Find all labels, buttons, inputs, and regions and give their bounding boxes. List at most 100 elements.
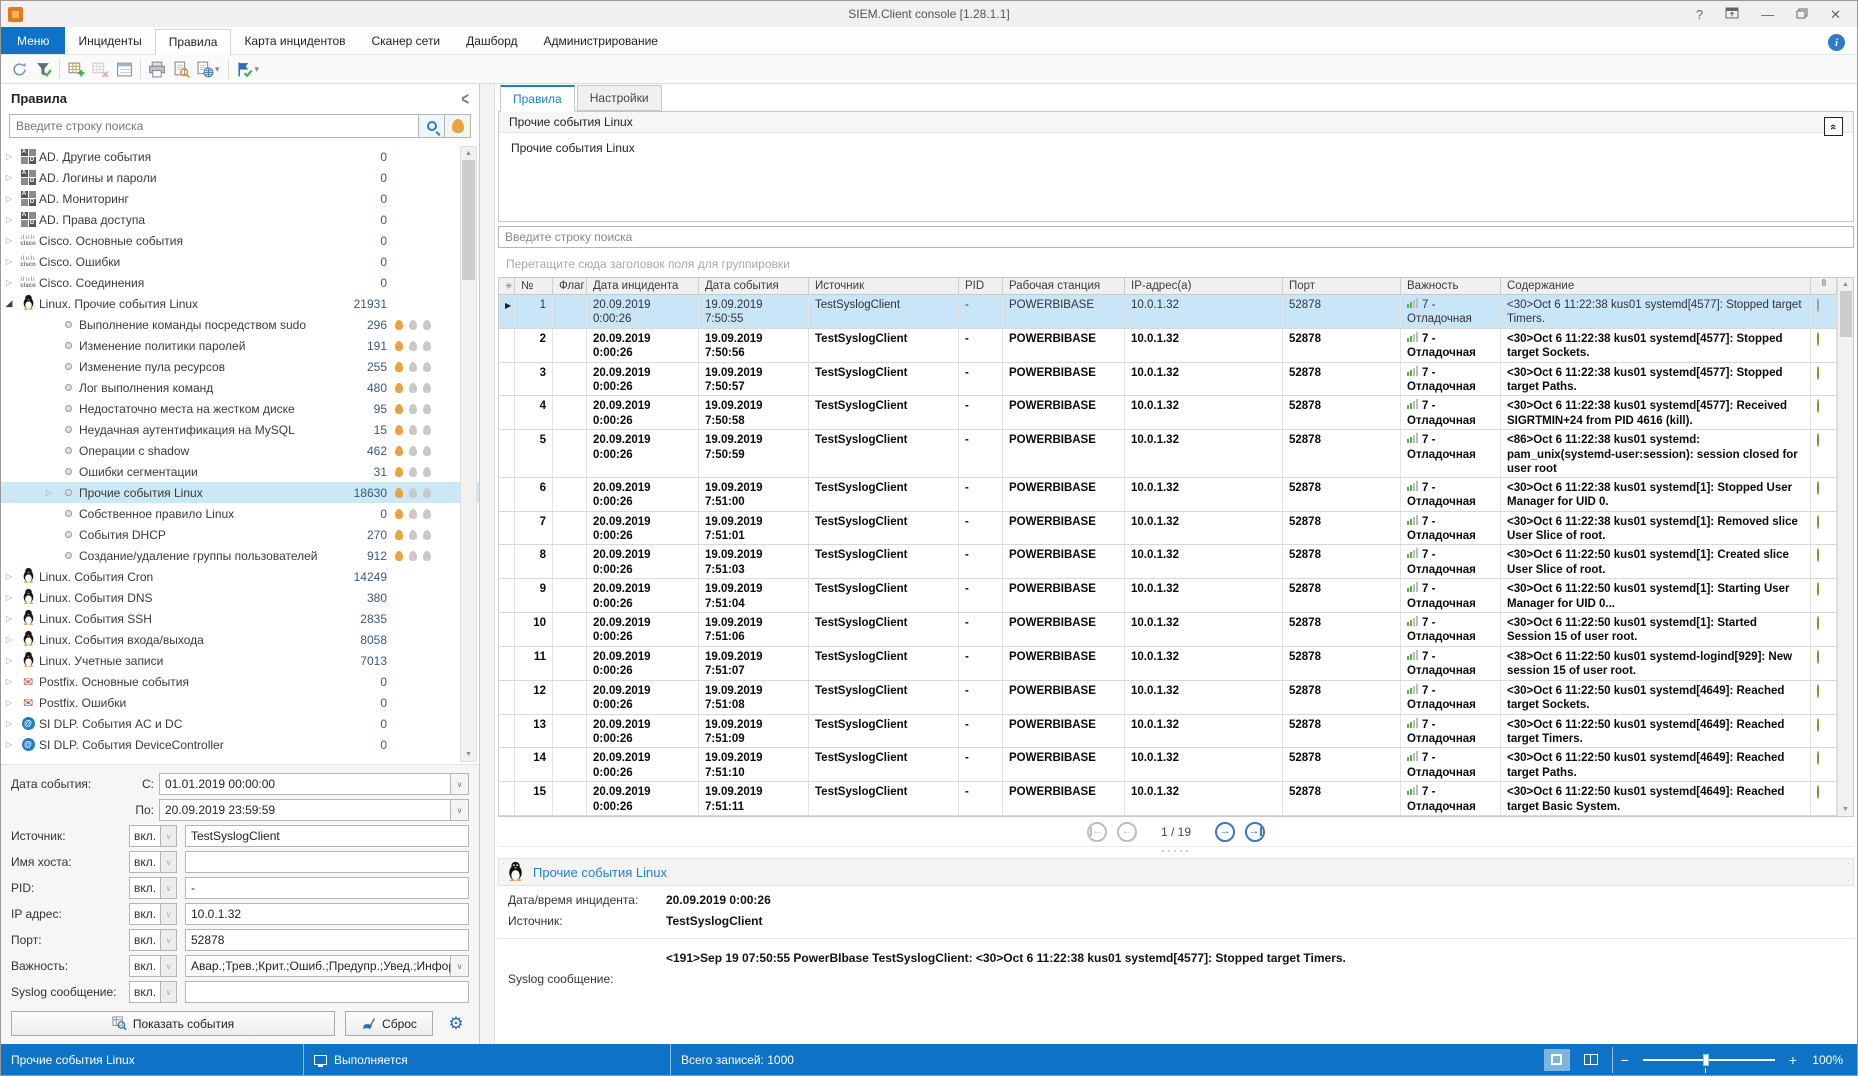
- apply-check-icon[interactable]: [233, 57, 257, 81]
- expand-icon[interactable]: ▷: [1, 656, 17, 665]
- column-header[interactable]: PID: [959, 278, 1003, 294]
- expand-icon[interactable]: ▷: [1, 215, 17, 224]
- filter-toggle-select[interactable]: вкл. ∨: [129, 903, 177, 925]
- refresh-icon[interactable]: [7, 57, 31, 81]
- expand-icon[interactable]: ▷: [1, 593, 17, 602]
- expand-icon[interactable]: ▷: [1, 572, 17, 581]
- search-button[interactable]: [419, 114, 445, 138]
- dropdown-caret-icon[interactable]: ▾: [215, 64, 220, 75]
- table-row[interactable]: ▶ 1 20.09.2019 0:00:26 19.09.2019 7:50:55 Te…: [499, 295, 1837, 329]
- column-header[interactable]: Важность: [1401, 278, 1501, 294]
- tree-item[interactable]: События DHCP 270: [1, 524, 479, 545]
- menu-tab-Администрирование[interactable]: Администрирование: [531, 29, 671, 54]
- grid-view-button[interactable]: [1543, 1048, 1570, 1071]
- menu-tab-Дашборд[interactable]: Дашборд: [453, 29, 530, 54]
- dropdown-caret-icon[interactable]: ▾: [255, 64, 260, 75]
- tree-item[interactable]: Операции с shadow 462: [1, 440, 479, 461]
- menu-tab-Инциденты[interactable]: Инциденты: [65, 29, 154, 54]
- expand-icon[interactable]: ▷: [1, 152, 17, 161]
- expand-icon[interactable]: ▷: [1, 257, 17, 266]
- tree-item[interactable]: Создание/удаление группы пользователей 91…: [1, 545, 479, 566]
- pin-window-icon[interactable]: [1725, 7, 1739, 21]
- column-header[interactable]: IP-адрес(а): [1125, 278, 1283, 294]
- table-row[interactable]: 8 20.09.2019 0:00:26 19.09.2019 7:51:03 Tes…: [499, 545, 1837, 580]
- tree-item[interactable]: ▷ Linux. События DNS 380: [1, 587, 479, 608]
- tree-item[interactable]: ▷ Linux. События входа/выхода 8058: [1, 629, 479, 650]
- zoom-in-button[interactable]: +: [1789, 1052, 1797, 1068]
- prev-page-button[interactable]: ←: [1116, 821, 1137, 842]
- hot-rules-button[interactable]: [445, 114, 471, 138]
- filter-toggle-select[interactable]: вкл. ∨: [129, 825, 177, 847]
- table-row[interactable]: 3 20.09.2019 0:00:26 19.09.2019 7:50:57 Tes…: [499, 362, 1837, 397]
- card-view-icon[interactable]: [112, 57, 136, 81]
- filter-value-input[interactable]: -: [185, 877, 469, 899]
- collapse-icon[interactable]: ◢: [1, 298, 17, 309]
- date-from-input[interactable]: 01.01.2019 00:00:00: [159, 773, 451, 795]
- show-events-button[interactable]: Показать события: [11, 1011, 335, 1036]
- filter-toggle-select[interactable]: вкл. ∨: [129, 851, 177, 873]
- info-icon[interactable]: i: [1828, 34, 1845, 51]
- expand-icon[interactable]: ▷: [1, 236, 17, 245]
- scroll-up-icon[interactable]: ▲: [465, 147, 472, 160]
- tree-item[interactable]: Собственное правило Linux 0: [1, 503, 479, 524]
- filter-value-input[interactable]: Авар.;Трев.;Крит.;Ошиб.;Предупр.;Увед.;И…: [185, 955, 451, 977]
- tree-item[interactable]: ▷ A D AD. Мониторинг 0: [1, 188, 479, 209]
- tree-item[interactable]: Ошибки сегментации 31: [1, 461, 479, 482]
- column-header[interactable]: ∞: [1811, 278, 1837, 294]
- scroll-up-icon[interactable]: ▲: [1842, 278, 1849, 291]
- tab-Настройки[interactable]: Настройки: [576, 85, 662, 111]
- tree-item[interactable]: Неудачная аутентификация на MySQL 15: [1, 419, 479, 440]
- expand-icon[interactable]: ▷: [1, 719, 17, 728]
- tree-item[interactable]: Лог выполнения команд 480: [1, 377, 479, 398]
- restore-icon[interactable]: [1796, 8, 1808, 21]
- next-page-button[interactable]: →: [1215, 821, 1236, 842]
- first-page-button[interactable]: ←: [1086, 821, 1107, 842]
- column-header[interactable]: Рабочая станция: [1003, 278, 1125, 294]
- filter-toggle-select[interactable]: вкл. ∨: [129, 955, 177, 977]
- print-icon[interactable]: [145, 57, 169, 81]
- tree-item[interactable]: ▷ ılıılı cisco Cisco. Основные события 0: [1, 230, 479, 251]
- tree-item[interactable]: ▷ A D AD. Другие события 0: [1, 146, 479, 167]
- column-header[interactable]: ✳: [499, 278, 515, 294]
- expand-icon[interactable]: ▷: [1, 614, 17, 623]
- reader-view-button[interactable]: [1578, 1049, 1604, 1071]
- table-row[interactable]: 2 20.09.2019 0:00:26 19.09.2019 7:50:56 Tes…: [499, 328, 1837, 363]
- filter-toggle-select[interactable]: вкл. ∨: [129, 929, 177, 951]
- expand-icon[interactable]: ▷: [1, 740, 17, 749]
- table-row[interactable]: 9 20.09.2019 0:00:26 19.09.2019 7:51:04 Tes…: [499, 579, 1837, 614]
- tree-item[interactable]: ▷ @ SI DLP. События DeviceController 0: [1, 734, 479, 755]
- collapse-sidebar-icon[interactable]: <: [461, 88, 469, 109]
- tree-item[interactable]: ▷ A D AD. Логины и пароли 0: [1, 167, 479, 188]
- table-row[interactable]: 6 20.09.2019 0:00:26 19.09.2019 7:51:00 Tes…: [499, 477, 1837, 512]
- chevron-down-icon[interactable]: ∨: [451, 773, 469, 795]
- tree-item[interactable]: ▷ A D AD. Права доступа 0: [1, 209, 479, 230]
- tree-item[interactable]: Изменение политики паролей 191: [1, 335, 479, 356]
- menu-tab-Меню[interactable]: Меню: [1, 27, 66, 54]
- expand-icon[interactable]: ▷: [41, 488, 57, 497]
- tree-item[interactable]: ▷ ✉ Postfix. Ошибки 0: [1, 692, 479, 713]
- scrollbar-thumb[interactable]: [462, 160, 475, 280]
- column-header[interactable]: Дата инцидента: [587, 278, 699, 294]
- chevron-down-icon[interactable]: ∨: [451, 799, 469, 821]
- tree-item[interactable]: ▷ ılıılı cisco Cisco. Соединения 0: [1, 272, 479, 293]
- tree-item[interactable]: Недостаточно места на жестком диске 95: [1, 398, 479, 419]
- close-icon[interactable]: ✕: [1830, 8, 1841, 21]
- table-row[interactable]: 13 20.09.2019 0:00:26 19.09.2019 7:51:09 Te…: [499, 714, 1837, 749]
- tab-Правила[interactable]: Правила: [500, 85, 575, 112]
- export-globe-icon[interactable]: [193, 57, 217, 81]
- filter-value-input[interactable]: 52878: [185, 929, 469, 951]
- zoom-out-button[interactable]: −: [1621, 1052, 1629, 1068]
- tree-item[interactable]: Изменение пула ресурсов 255: [1, 356, 479, 377]
- filter-value-input[interactable]: TestSyslogClient: [185, 825, 469, 847]
- column-header[interactable]: Дата события: [699, 278, 809, 294]
- table-row[interactable]: 15 20.09.2019 0:00:26 19.09.2019 7:51:11 Te…: [499, 782, 1837, 816]
- tree-item[interactable]: ◢ Linux. Прочие события Linux 21931: [1, 293, 479, 314]
- zoom-slider-thumb[interactable]: [1702, 1053, 1709, 1066]
- table-row[interactable]: 12 20.09.2019 0:00:26 19.09.2019 7:51:08 Te…: [499, 680, 1837, 715]
- vertical-splitter[interactable]: [480, 84, 495, 1044]
- filter-value-input[interactable]: 10.0.1.32: [185, 903, 469, 925]
- tree-item[interactable]: ▷ Linux. Учетные записи 7013: [1, 650, 479, 671]
- menu-tab-Карта инцидентов[interactable]: Карта инцидентов: [231, 29, 358, 54]
- sidebar-search-input[interactable]: [9, 114, 419, 138]
- scroll-down-icon[interactable]: ▼: [1842, 803, 1849, 816]
